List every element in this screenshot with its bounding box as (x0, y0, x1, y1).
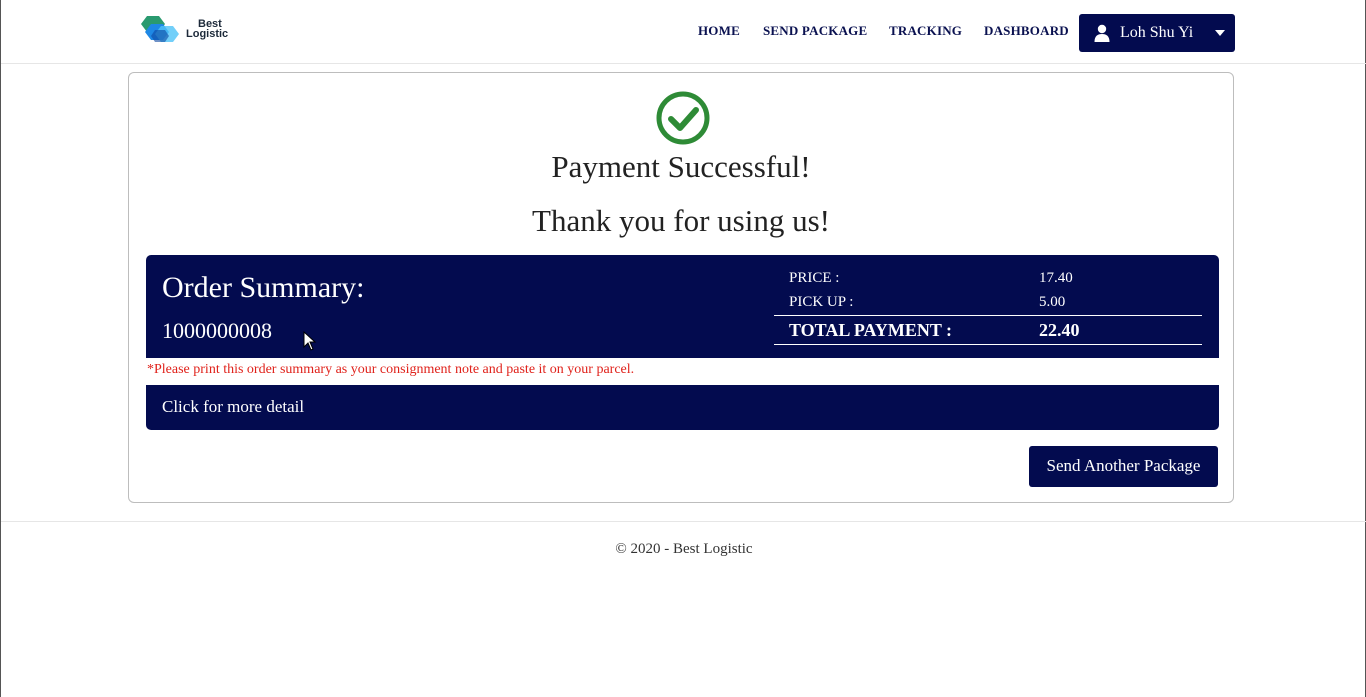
user-name: Loh Shu Yi (1120, 24, 1194, 41)
total-payment-value: 22.40 (1039, 320, 1080, 340)
more-detail-label: Click for more detail (162, 397, 305, 416)
price-value: 17.40 (1039, 270, 1073, 286)
total-divider-bottom (774, 344, 1202, 345)
order-summary-title: Order Summary: (162, 271, 365, 304)
nav-tracking[interactable]: TRACKING (889, 23, 962, 39)
print-note: *Please print this order summary as your… (147, 362, 635, 377)
total-divider-top (774, 315, 1202, 316)
user-menu-button[interactable]: Loh Shu Yi (1079, 14, 1235, 52)
logo-icon (141, 16, 179, 42)
chevron-down-icon (1215, 30, 1225, 36)
order-number: 1000000008 (162, 318, 272, 343)
pickup-label: PICK UP : (789, 294, 854, 310)
pickup-value: 5.00 (1039, 294, 1066, 310)
logo[interactable]: Best Logistic (141, 14, 241, 46)
navbar: Best Logistic HOME SEND PACKAGE TRACKING… (1, 0, 1366, 64)
mouse-cursor-icon (303, 331, 317, 351)
user-icon (1094, 24, 1110, 42)
logo-text-line2: Logistic (186, 28, 229, 40)
nav-dashboard[interactable]: DASHBOARD (984, 23, 1069, 39)
payment-success-title: Payment Successful! (551, 149, 811, 184)
price-label: PRICE : (789, 270, 840, 286)
footer-copyright: © 2020 - Best Logistic (615, 541, 753, 557)
thank-you-message: Thank you for using us! (532, 203, 830, 238)
footer-divider (1, 521, 1366, 522)
total-payment-label: TOTAL PAYMENT : (789, 320, 953, 340)
check-circle-icon (656, 91, 710, 145)
logo-text: Best Logistic (186, 19, 229, 40)
nav-home[interactable]: HOME (698, 23, 740, 39)
nav-send-package[interactable]: SEND PACKAGE (763, 23, 867, 39)
payment-result-card: Payment Successful! Thank you for using … (128, 72, 1234, 503)
send-another-package-label: Send Another Package (1046, 456, 1201, 475)
send-another-package-button[interactable]: Send Another Package (1029, 446, 1218, 487)
more-detail-button[interactable]: Click for more detail (146, 385, 1219, 430)
